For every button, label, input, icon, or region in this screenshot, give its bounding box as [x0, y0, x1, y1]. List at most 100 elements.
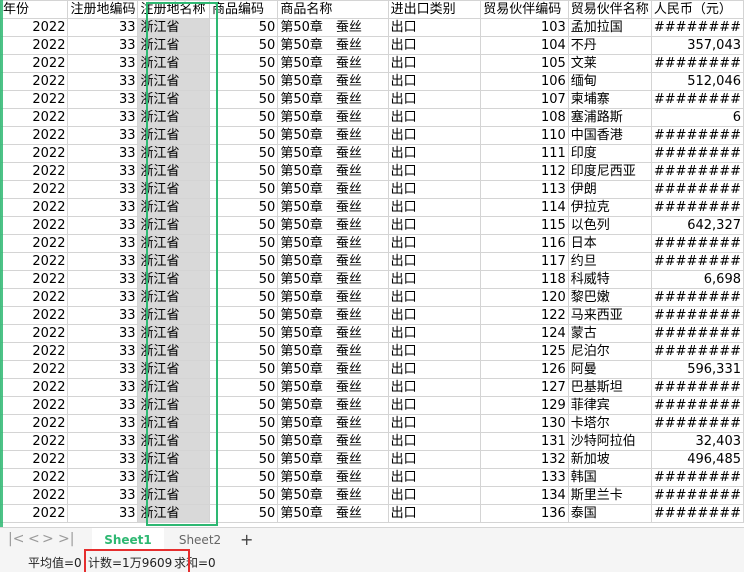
cell-partner-code[interactable]: 112 — [480, 162, 569, 181]
cell-year[interactable]: 2022 — [0, 216, 69, 235]
cell-reg-code[interactable]: 33 — [67, 324, 139, 343]
cell-type[interactable]: 出口 — [387, 108, 482, 127]
cell-reg-name[interactable]: 浙江省 — [137, 360, 210, 379]
cell-goods-code[interactable]: 50 — [208, 216, 279, 235]
cell-type[interactable]: 出口 — [387, 144, 482, 163]
cell-type[interactable]: 出口 — [387, 396, 482, 415]
cell-partner-code[interactable]: 134 — [480, 486, 569, 505]
cell-reg-code[interactable]: 33 — [67, 342, 139, 361]
data-table[interactable]: 年份 注册地编码 注册地名称 商品编码 商品名称 进出口类别 贸易伙伴编码 贸易伙伴名称 人民币… — [0, 0, 744, 523]
cell-reg-code[interactable]: 33 — [67, 252, 139, 271]
cell-type[interactable]: 出口 — [387, 432, 482, 451]
cell-goods-name[interactable]: 第50章 蚕丝 — [277, 216, 389, 235]
cell-partner-name[interactable]: 科威特 — [567, 270, 652, 289]
cell-reg-code[interactable]: 33 — [67, 90, 139, 109]
cell-partner-name[interactable]: 巴基斯坦 — [567, 378, 652, 397]
cell-rmb[interactable]: 6,698 — [650, 270, 744, 289]
cell-goods-name[interactable]: 第50章 蚕丝 — [277, 162, 389, 181]
cell-reg-code[interactable]: 33 — [67, 270, 139, 289]
cell-year[interactable]: 2022 — [0, 396, 69, 415]
cell-rmb[interactable]: 642,327 — [650, 216, 744, 235]
cell-reg-name[interactable]: 浙江省 — [137, 324, 210, 343]
cell-type[interactable]: 出口 — [387, 486, 482, 505]
cell-reg-code[interactable]: 33 — [67, 180, 139, 199]
cell-partner-code[interactable]: 108 — [480, 108, 569, 127]
cell-goods-name[interactable]: 第50章 蚕丝 — [277, 144, 389, 163]
cell-partner-code[interactable]: 118 — [480, 270, 569, 289]
cell-rmb[interactable]: ######## — [650, 180, 744, 199]
cell-rmb[interactable]: ######## — [650, 90, 744, 109]
cell-reg-name[interactable]: 浙江省 — [137, 450, 210, 469]
first-sheet-button[interactable]: |< — [8, 531, 24, 547]
cell-goods-name[interactable]: 第50章 蚕丝 — [277, 126, 389, 145]
cell-goods-name[interactable]: 第50章 蚕丝 — [277, 252, 389, 271]
cell-rmb[interactable]: ######## — [650, 324, 744, 343]
cell-type[interactable]: 出口 — [387, 18, 482, 37]
cell-goods-code[interactable]: 50 — [208, 414, 279, 433]
cell-rmb[interactable]: ######## — [650, 468, 744, 487]
cell-goods-code[interactable]: 50 — [208, 252, 279, 271]
cell-partner-code[interactable]: 111 — [480, 144, 569, 163]
cell-type[interactable]: 出口 — [387, 90, 482, 109]
cell-year[interactable]: 2022 — [0, 324, 69, 343]
cell-partner-code[interactable]: 113 — [480, 180, 569, 199]
cell-goods-name[interactable]: 第50章 蚕丝 — [277, 486, 389, 505]
cell-partner-name[interactable]: 阿曼 — [567, 360, 652, 379]
cell-goods-code[interactable]: 50 — [208, 432, 279, 451]
cell-reg-code[interactable]: 33 — [67, 36, 139, 55]
column-header[interactable]: 注册地名称 — [137, 0, 210, 19]
cell-partner-name[interactable]: 新加坡 — [567, 450, 652, 469]
cell-goods-name[interactable]: 第50章 蚕丝 — [277, 90, 389, 109]
cell-type[interactable]: 出口 — [387, 342, 482, 361]
cell-type[interactable]: 出口 — [387, 270, 482, 289]
cell-goods-name[interactable]: 第50章 蚕丝 — [277, 342, 389, 361]
cell-reg-code[interactable]: 33 — [67, 450, 139, 469]
cell-rmb[interactable]: 6 — [650, 108, 744, 127]
cell-reg-name[interactable]: 浙江省 — [137, 306, 210, 325]
cell-year[interactable]: 2022 — [0, 18, 69, 37]
cell-reg-name[interactable]: 浙江省 — [137, 468, 210, 487]
cell-reg-name[interactable]: 浙江省 — [137, 396, 210, 415]
cell-reg-name[interactable]: 浙江省 — [137, 234, 210, 253]
cell-partner-name[interactable]: 塞浦路斯 — [567, 108, 652, 127]
cell-goods-name[interactable]: 第50章 蚕丝 — [277, 18, 389, 37]
cell-reg-code[interactable]: 33 — [67, 378, 139, 397]
cell-type[interactable]: 出口 — [387, 450, 482, 469]
cell-goods-name[interactable]: 第50章 蚕丝 — [277, 324, 389, 343]
cell-reg-code[interactable]: 33 — [67, 414, 139, 433]
next-sheet-button[interactable]: > — [42, 531, 54, 547]
cell-partner-name[interactable]: 伊拉克 — [567, 198, 652, 217]
cell-reg-name[interactable]: 浙江省 — [137, 252, 210, 271]
cell-reg-code[interactable]: 33 — [67, 162, 139, 181]
cell-partner-name[interactable]: 卡塔尔 — [567, 414, 652, 433]
cell-reg-code[interactable]: 33 — [67, 288, 139, 307]
cell-partner-name[interactable]: 斯里兰卡 — [567, 486, 652, 505]
cell-rmb[interactable]: ######## — [650, 54, 744, 73]
cell-goods-name[interactable]: 第50章 蚕丝 — [277, 378, 389, 397]
cell-partner-code[interactable]: 110 — [480, 126, 569, 145]
cell-goods-name[interactable]: 第50章 蚕丝 — [277, 306, 389, 325]
column-header[interactable]: 年份 — [0, 0, 69, 19]
cell-reg-code[interactable]: 33 — [67, 144, 139, 163]
cell-goods-code[interactable]: 50 — [208, 72, 279, 91]
cell-partner-name[interactable]: 约旦 — [567, 252, 652, 271]
cell-year[interactable]: 2022 — [0, 72, 69, 91]
cell-reg-name[interactable]: 浙江省 — [137, 36, 210, 55]
cell-goods-name[interactable]: 第50章 蚕丝 — [277, 450, 389, 469]
cell-reg-code[interactable]: 33 — [67, 126, 139, 145]
cell-goods-name[interactable]: 第50章 蚕丝 — [277, 180, 389, 199]
cell-year[interactable]: 2022 — [0, 306, 69, 325]
cell-partner-name[interactable]: 以色列 — [567, 216, 652, 235]
column-header[interactable]: 商品名称 — [277, 0, 389, 19]
cell-goods-name[interactable]: 第50章 蚕丝 — [277, 468, 389, 487]
cell-partner-name[interactable]: 泰国 — [567, 504, 652, 523]
cell-year[interactable]: 2022 — [0, 108, 69, 127]
cell-goods-code[interactable]: 50 — [208, 468, 279, 487]
cell-reg-name[interactable]: 浙江省 — [137, 270, 210, 289]
cell-reg-name[interactable]: 浙江省 — [137, 162, 210, 181]
cell-goods-code[interactable]: 50 — [208, 450, 279, 469]
cell-partner-code[interactable]: 116 — [480, 234, 569, 253]
cell-goods-name[interactable]: 第50章 蚕丝 — [277, 72, 389, 91]
column-header[interactable]: 贸易伙伴名称 — [567, 0, 652, 19]
cell-type[interactable]: 出口 — [387, 288, 482, 307]
